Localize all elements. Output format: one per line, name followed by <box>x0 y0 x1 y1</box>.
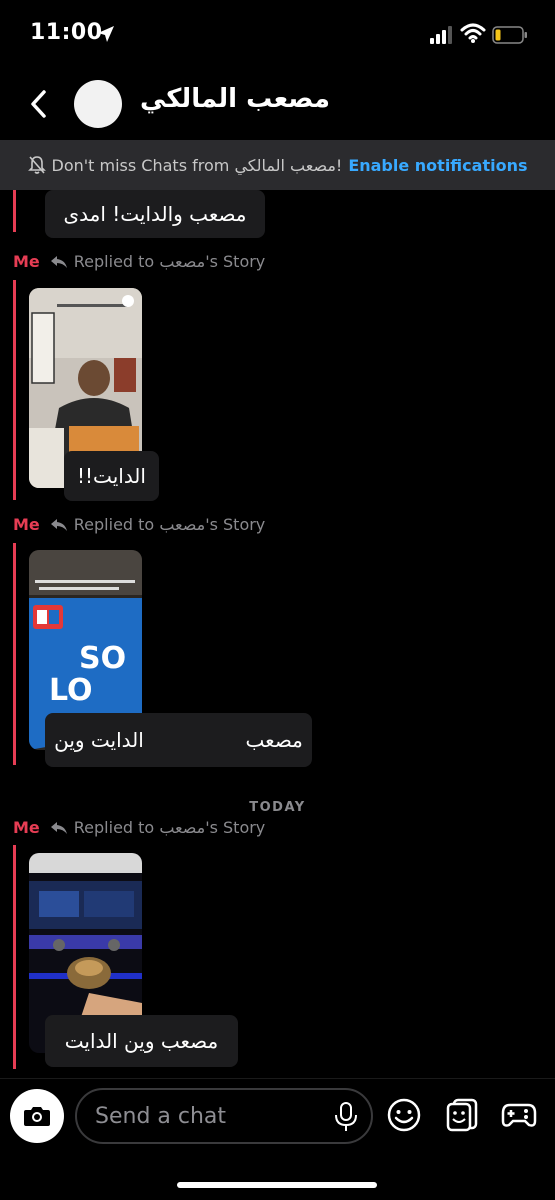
game-controller-icon[interactable] <box>501 1097 537 1133</box>
back-button[interactable] <box>20 84 56 124</box>
status-bar: 11:00 <box>0 0 555 70</box>
reply-header: Me Replied to مصعب's Story <box>13 818 265 837</box>
message-bubble[interactable]: الدايت!! <box>64 451 159 501</box>
chat-header: مصعب المالكي <box>0 70 555 140</box>
reply-label: Replied to مصعب's Story <box>73 515 266 534</box>
message-bubble[interactable]: مصعب وين الدايت <box>45 1015 238 1067</box>
notification-banner: Don't miss Chats from مصعب المالكي! Enab… <box>0 140 555 190</box>
reply-arrow-icon <box>50 518 67 531</box>
chat-input-bar <box>0 1078 555 1200</box>
reply-arrow-icon <box>50 255 67 268</box>
camera-icon <box>24 1107 50 1126</box>
message-text: الدايت!! <box>77 464 146 488</box>
bell-slash-icon <box>27 156 46 174</box>
message-bubble[interactable]: مصعب والدايت! امدى <box>45 190 265 238</box>
chevron-left-icon <box>31 90 46 118</box>
smiley-icon[interactable] <box>386 1097 422 1133</box>
enable-notifications-link[interactable]: Enable notifications <box>348 156 527 175</box>
message-text: مصعب والدايت! امدى <box>63 202 247 226</box>
date-divider: TODAY <box>249 800 306 815</box>
location-arrow-icon <box>98 26 114 42</box>
status-time: 11:00 <box>30 20 103 45</box>
reply-arrow-icon <box>50 821 67 834</box>
reply-header: Me Replied to مصعب's Story <box>13 252 265 271</box>
chat-input[interactable] <box>95 1098 325 1134</box>
contact-name[interactable]: مصعب المالكي <box>140 84 330 114</box>
stickers-icon[interactable] <box>444 1097 480 1133</box>
message-rail <box>13 280 16 500</box>
sender-label: Me <box>13 818 40 837</box>
chat-input-container <box>75 1088 373 1144</box>
cellular-signal-icon <box>430 26 452 44</box>
reply-label: Replied to مصعب's Story <box>73 252 266 271</box>
sender-label: Me <box>13 252 40 271</box>
message-text: مصعب وين الدايت <box>64 1029 219 1053</box>
battery-icon <box>492 26 527 44</box>
wifi-icon <box>460 23 486 43</box>
message-rail <box>13 543 16 765</box>
svg-text:LO: LO <box>49 673 93 708</box>
reply-header: Me Replied to مصعب's Story <box>13 515 265 534</box>
message-bubble[interactable]: مصعب الدايت وين <box>45 713 312 767</box>
message-rail <box>13 845 16 1069</box>
svg-text:SO: SO <box>79 641 126 676</box>
microphone-icon[interactable] <box>333 1102 359 1132</box>
banner-text: Don't miss Chats from مصعب المالكي! <box>51 155 343 175</box>
reply-label: Replied to مصعب's Story <box>73 818 266 837</box>
avatar[interactable] <box>74 80 122 128</box>
camera-button[interactable] <box>10 1089 64 1143</box>
sender-label: Me <box>13 515 40 534</box>
message-rail <box>13 190 16 232</box>
home-indicator <box>177 1182 377 1188</box>
message-text: مصعب الدايت وين <box>54 728 303 752</box>
